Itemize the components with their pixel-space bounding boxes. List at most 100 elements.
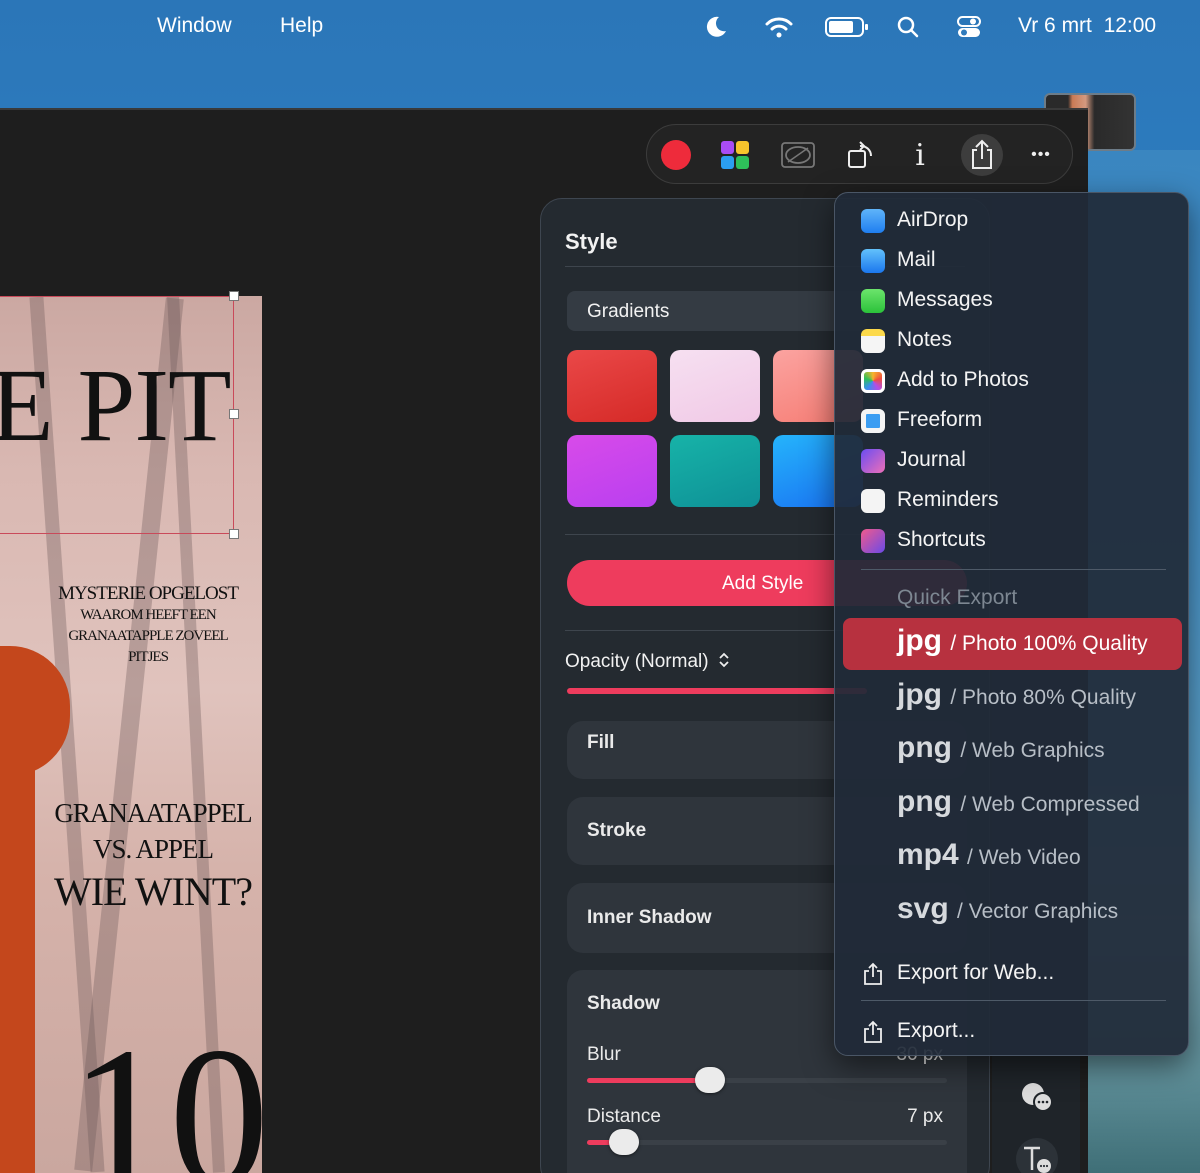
journal-icon [861,449,885,473]
export-format: jpg / Photo 100% Quality [897,624,1148,658]
poster-block2-line2: VS. APPEL [92,834,214,864]
share-icon [864,1020,882,1043]
distance-value: 7 px [907,1106,943,1127]
swatch-pink-light[interactable] [670,350,760,422]
chevron-updown-icon [719,652,729,668]
export-option-jpg-100[interactable]: jpg / Photo 100% Quality [843,618,1182,670]
distance-slider[interactable] [587,1129,947,1155]
poster-block1-line4: PITJES [128,649,169,665]
swatch-red[interactable] [567,350,657,422]
poster-big-number: 10 [70,1007,262,1173]
poster-block1-line1: MYSTERIE OPGELOST [58,583,239,604]
share-item-freeform[interactable]: Freeform [835,401,1190,439]
menubar-clock[interactable]: Vr 6 mrt 12:00 [1018,14,1156,38]
menu-help[interactable]: Help [280,14,323,38]
rotate-icon [848,141,873,168]
selection-outline [0,296,234,534]
poster-block1-line2: WAAROM HEEFT EEN [80,607,216,623]
mask-button[interactable] [777,134,819,176]
color-grid-button[interactable] [714,134,756,176]
swatch-teal[interactable] [670,435,760,507]
export-format-name: jpg [897,624,942,657]
export-format: mp4 / Web Video [897,838,1081,872]
info-button[interactable]: i [899,134,941,176]
export-format-desc: / Web Graphics [960,739,1105,762]
selection-handle[interactable] [229,409,239,419]
export-format-desc: / Web Video [967,846,1081,869]
rotate-button[interactable] [840,134,882,176]
share-item-label: Mail [897,248,936,271]
share-item-notes[interactable]: Notes [835,321,1190,359]
toolbar: i ••• [646,124,1073,184]
selection-handle[interactable] [229,291,239,301]
gradients-label: Gradients [587,301,670,322]
moon-icon[interactable] [700,12,732,42]
clock-date: Vr 6 mrt [1018,14,1092,37]
share-menu: AirDrop Mail Messages Notes Add to Photo… [834,192,1189,1056]
share-item-airdrop[interactable]: AirDrop [835,201,1190,239]
share-item-shortcuts[interactable]: Shortcuts [835,521,1190,559]
menu-window[interactable]: Window [157,14,232,38]
poster-block1-line3: GRANAATAPPLE ZOVEEL [68,628,228,644]
menu-separator [861,569,1166,570]
export-for-web-item[interactable]: Export for Web... [835,954,1190,992]
distance-slider-knob[interactable] [609,1129,639,1155]
export-option-png-web[interactable]: png / Web Graphics [843,725,1182,777]
blur-label: Blur [587,1044,621,1065]
add-style-label: Add Style [722,573,804,594]
comments-button[interactable] [1016,1076,1058,1118]
export-option-svg[interactable]: svg / Vector Graphics [843,886,1182,938]
export-for-web-label: Export for Web... [897,961,1055,984]
share-item-mail[interactable]: Mail [835,241,1190,279]
reminders-icon [861,489,885,513]
blur-slider-knob[interactable] [695,1067,725,1093]
share-icon [972,139,992,169]
share-button[interactable] [961,134,1003,176]
distance-label: Distance [587,1106,661,1127]
share-item-messages[interactable]: Messages [835,281,1190,319]
fill-label: Fill [587,732,615,753]
shadow-label: Shadow [587,993,660,1014]
control-center-icon[interactable] [953,12,985,42]
share-item-reminders[interactable]: Reminders [835,481,1190,519]
export-label: Export... [897,1019,976,1042]
gradients-dropdown[interactable]: Gradients [567,291,867,331]
export-option-mp4[interactable]: mp4 / Web Video [843,832,1182,884]
freeform-icon [861,409,885,433]
record-dot-icon [661,140,691,170]
opacity-slider[interactable] [567,688,867,694]
export-format: jpg / Photo 80% Quality [897,678,1136,712]
swatch-magenta[interactable] [567,435,657,507]
share-item-journal[interactable]: Journal [835,441,1190,479]
search-icon[interactable] [892,12,924,42]
share-item-label: Add to Photos [897,368,1029,391]
battery-icon[interactable] [824,12,870,42]
export-item[interactable]: Export... [835,1012,1190,1050]
text-button[interactable] [1016,1138,1058,1173]
clock-time: 12:00 [1103,14,1157,37]
wifi-icon[interactable] [763,12,795,42]
blur-slider[interactable] [587,1067,947,1093]
export-option-jpg-80[interactable]: jpg / Photo 80% Quality [843,672,1182,724]
notes-icon [861,329,885,353]
export-format-name: jpg [897,678,942,711]
export-option-png-compressed[interactable]: png / Web Compressed [843,779,1182,831]
share-item-label: Reminders [897,488,999,511]
share-item-label: Notes [897,328,952,351]
more-button[interactable]: ••• [1020,134,1062,176]
opacity-selector[interactable]: Opacity (Normal) [565,651,730,673]
more-icon: ••• [1031,146,1051,163]
info-icon: i [915,137,925,173]
selection-handle[interactable] [229,529,239,539]
record-button[interactable] [655,134,697,176]
share-item-label: Messages [897,288,993,311]
messages-icon [861,289,885,313]
comment-bubbles-icon [1022,1083,1053,1112]
export-format-name: mp4 [897,838,959,871]
export-format-desc: / Vector Graphics [957,900,1119,923]
style-panel-title: Style [565,229,618,254]
mask-icon [781,142,815,168]
share-item-add-to-photos[interactable]: Add to Photos [835,361,1190,399]
menu-separator [861,1000,1166,1001]
export-format: png / Web Compressed [897,785,1140,819]
